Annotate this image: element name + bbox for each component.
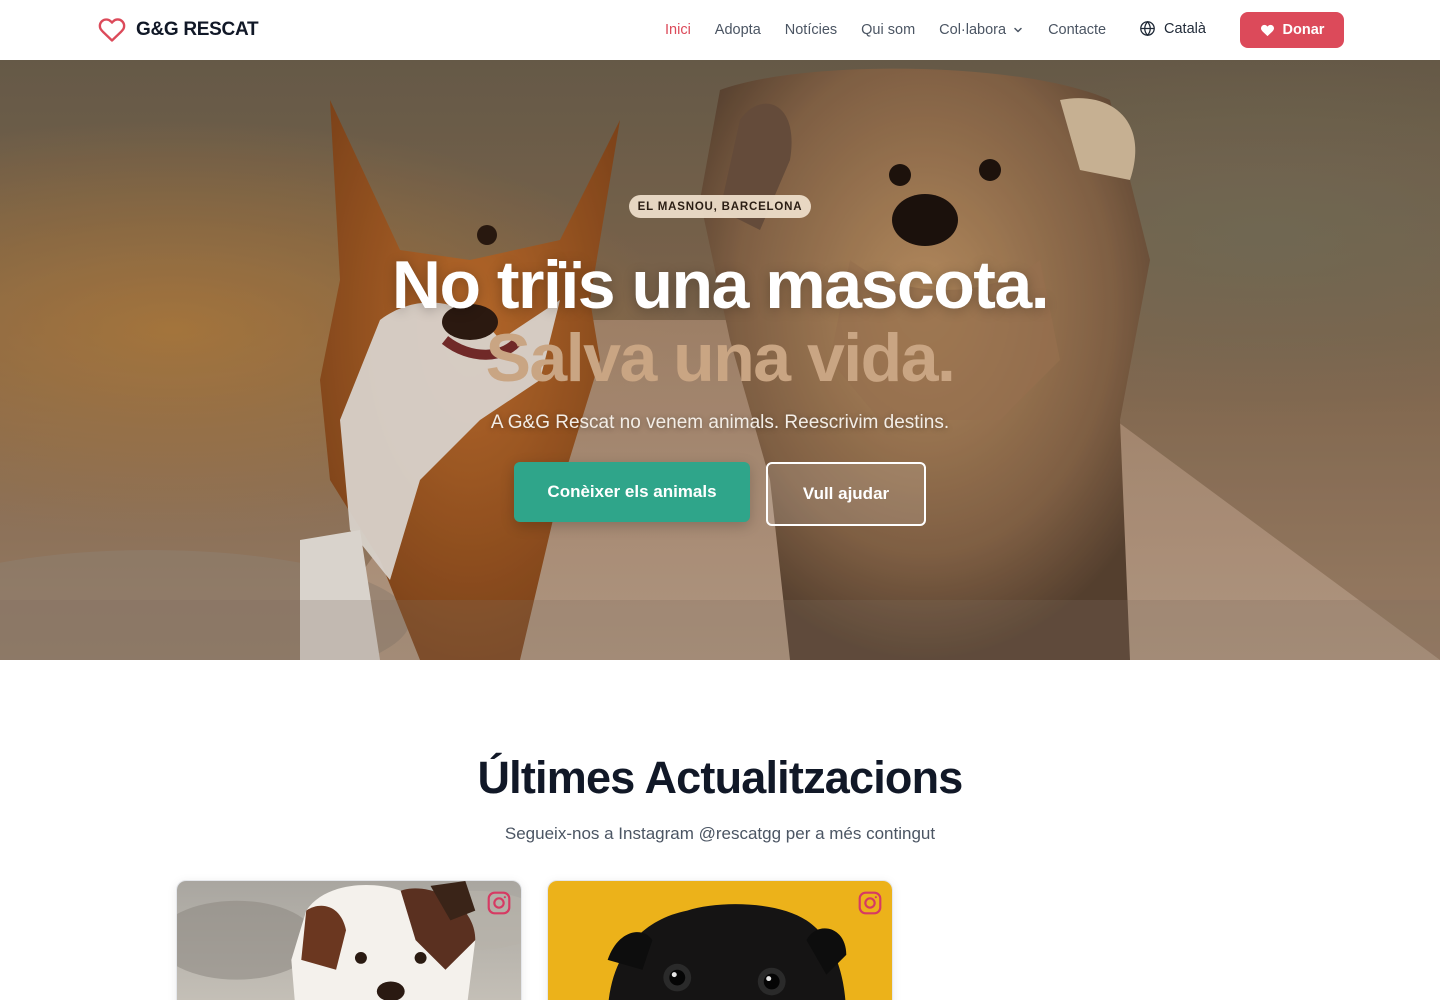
heart-outline-icon bbox=[98, 18, 126, 42]
instagram-icon bbox=[487, 891, 511, 915]
nav-item-inici[interactable]: Inici bbox=[665, 22, 691, 38]
globe-icon bbox=[1140, 20, 1155, 37]
nav-item-contacte[interactable]: Contacte bbox=[1048, 22, 1106, 38]
hero-title-highlight: Salva una vida. bbox=[485, 320, 956, 396]
heart-icon bbox=[1260, 24, 1274, 36]
meet-animals-button[interactable]: Conèixer els animals bbox=[514, 462, 750, 522]
brand-logo[interactable]: G&G RESCAT bbox=[98, 16, 259, 44]
instagram-post-card[interactable] bbox=[176, 880, 522, 1000]
nav-item-collabora[interactable]: Col·labora bbox=[939, 22, 1024, 38]
navbar: G&G RESCAT Inici Adopta Notícies Qui som… bbox=[0, 0, 1440, 60]
language-selector[interactable]: Català bbox=[1139, 20, 1206, 37]
location-badge: EL MASNOU, BARCELONA bbox=[629, 195, 811, 218]
nav-item-qui-som[interactable]: Qui som bbox=[861, 22, 915, 38]
updates-title: Últimes Actualitzacions bbox=[477, 752, 963, 803]
nav-item-adopta[interactable]: Adopta bbox=[715, 22, 761, 38]
instagram-icon bbox=[858, 891, 882, 915]
updates-subtitle: Segueix-nos a Instagram @rescatgg per a … bbox=[504, 824, 936, 843]
donate-button[interactable]: Donar bbox=[1240, 12, 1344, 48]
hero-subtitle: A G&G Rescat no venem animals. Reescrivi… bbox=[490, 412, 950, 433]
want-to-help-button[interactable]: Vull ajudar bbox=[766, 462, 926, 526]
hero-content: EL MASNOU, BARCELONA No triïs una mascot… bbox=[0, 60, 1440, 660]
instagram-post-card[interactable] bbox=[547, 880, 893, 1000]
hero-section: EL MASNOU, BARCELONA No triïs una mascot… bbox=[0, 60, 1440, 660]
donate-label: Donar bbox=[1282, 22, 1325, 38]
nav-item-collabora-label: Col·labora bbox=[939, 22, 1007, 38]
nav-item-noticies[interactable]: Notícies bbox=[785, 22, 837, 38]
main-nav: Inici Adopta Notícies Qui som Col·labora… bbox=[665, 0, 1130, 60]
dog-photo bbox=[177, 881, 521, 1000]
pug-photo bbox=[548, 881, 892, 1000]
brand-name: G&G RESCAT bbox=[136, 19, 259, 40]
chevron-down-icon bbox=[1014, 27, 1022, 33]
hero-title: No triïs una mascota. bbox=[391, 247, 1050, 323]
language-label: Català bbox=[1164, 20, 1206, 37]
